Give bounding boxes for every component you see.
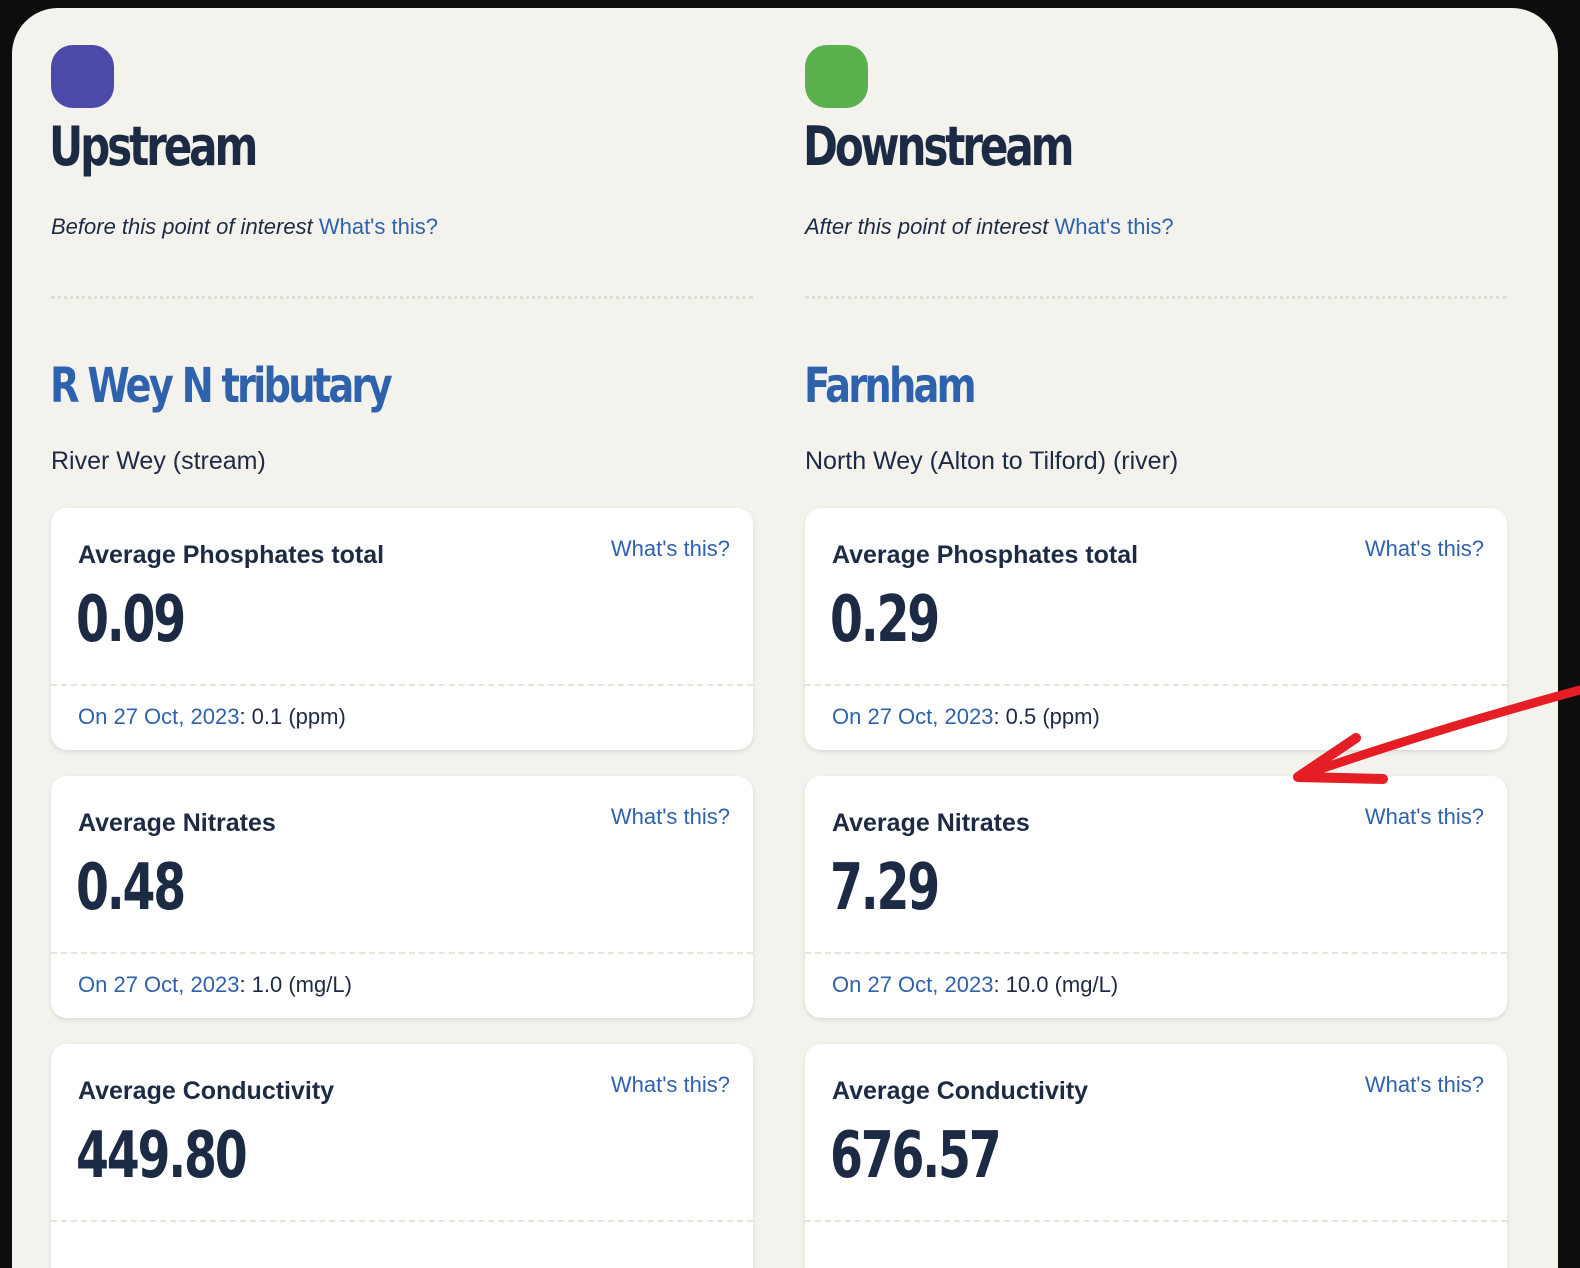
metric-whats-this-link[interactable]: What's this? (1365, 535, 1484, 563)
metric-label: Average Phosphates total (78, 541, 385, 569)
card-divider (805, 684, 1507, 686)
section-divider (805, 296, 1507, 299)
metric-whats-this-link[interactable]: What's this? (611, 803, 730, 831)
metric-label: Average Conductivity (832, 1077, 1089, 1105)
metric-whats-this-link[interactable]: What's this? (1365, 1071, 1484, 1099)
downstream-title: Downstream (803, 115, 1075, 178)
downstream-phosphates-card: Average Phosphates total What's this? 0.… (805, 508, 1507, 750)
card-divider (51, 684, 753, 686)
metric-value: 7.29 (830, 851, 940, 925)
reading-date-link[interactable]: On 27 Oct, 2023 (832, 972, 993, 997)
metric-label: Average Nitrates (832, 809, 1030, 837)
reading-value: : 10.0 (mg/L) (993, 972, 1119, 997)
upstream-phosphates-card: Average Phosphates total What's this? 0.… (51, 508, 753, 750)
upstream-site-name-link[interactable]: R Wey N tributary (50, 354, 393, 418)
section-divider (51, 296, 753, 299)
metric-value: 0.09 (76, 583, 186, 657)
downstream-site-name-link[interactable]: Farnham (804, 354, 977, 418)
downstream-nitrates-card: Average Nitrates What's this? 7.29 On 27… (805, 776, 1507, 1018)
upstream-title: Upstream (49, 115, 258, 178)
card-divider (805, 1220, 1507, 1222)
latest-reading: On 27 Oct, 2023: 1.0 (mg/L) (78, 971, 352, 999)
downstream-marker-icon (805, 45, 868, 108)
upstream-subtitle: Before this point of interest (51, 214, 313, 239)
metric-label: Average Conductivity (78, 1077, 335, 1105)
downstream-subtitle: After this point of interest (805, 214, 1049, 239)
downstream-subtitle-line: After this point of interest What's this… (805, 213, 1174, 241)
downstream-conductivity-card: Average Conductivity What's this? 676.57 (805, 1044, 1507, 1268)
latest-reading: On 27 Oct, 2023: 0.5 (ppm) (832, 703, 1100, 731)
metric-whats-this-link[interactable]: What's this? (611, 535, 730, 563)
comparison-panel: Upstream Before this point of interest W… (12, 8, 1558, 1268)
card-divider (51, 952, 753, 954)
upstream-nitrates-card: Average Nitrates What's this? 0.48 On 27… (51, 776, 753, 1018)
metric-whats-this-link[interactable]: What's this? (611, 1071, 730, 1099)
downstream-water-body: North Wey (Alton to Tilford) (river) (805, 447, 1179, 475)
metric-whats-this-link[interactable]: What's this? (1365, 803, 1484, 831)
card-divider (805, 952, 1507, 954)
upstream-whats-this-link[interactable]: What's this? (319, 214, 438, 239)
downstream-whats-this-link[interactable]: What's this? (1054, 214, 1173, 239)
card-divider (51, 1220, 753, 1222)
reading-date-link[interactable]: On 27 Oct, 2023 (78, 972, 239, 997)
latest-reading: On 27 Oct, 2023: 0.1 (ppm) (78, 703, 346, 731)
metric-value: 449.80 (76, 1119, 248, 1193)
reading-value: : 1.0 (mg/L) (239, 972, 352, 997)
metric-value: 0.29 (830, 583, 940, 657)
upstream-subtitle-line: Before this point of interest What's thi… (51, 213, 438, 241)
upstream-conductivity-card: Average Conductivity What's this? 449.80 (51, 1044, 753, 1268)
reading-value: : 0.1 (ppm) (239, 704, 346, 729)
upstream-water-body: River Wey (stream) (51, 447, 266, 475)
metric-value: 0.48 (76, 851, 186, 925)
reading-date-link[interactable]: On 27 Oct, 2023 (78, 704, 239, 729)
reading-date-link[interactable]: On 27 Oct, 2023 (832, 704, 993, 729)
metric-value: 676.57 (830, 1119, 1002, 1193)
latest-reading: On 27 Oct, 2023: 10.0 (mg/L) (832, 971, 1118, 999)
metric-label: Average Nitrates (78, 809, 276, 837)
upstream-marker-icon (51, 45, 114, 108)
reading-value: : 0.5 (ppm) (993, 704, 1100, 729)
metric-label: Average Phosphates total (832, 541, 1139, 569)
